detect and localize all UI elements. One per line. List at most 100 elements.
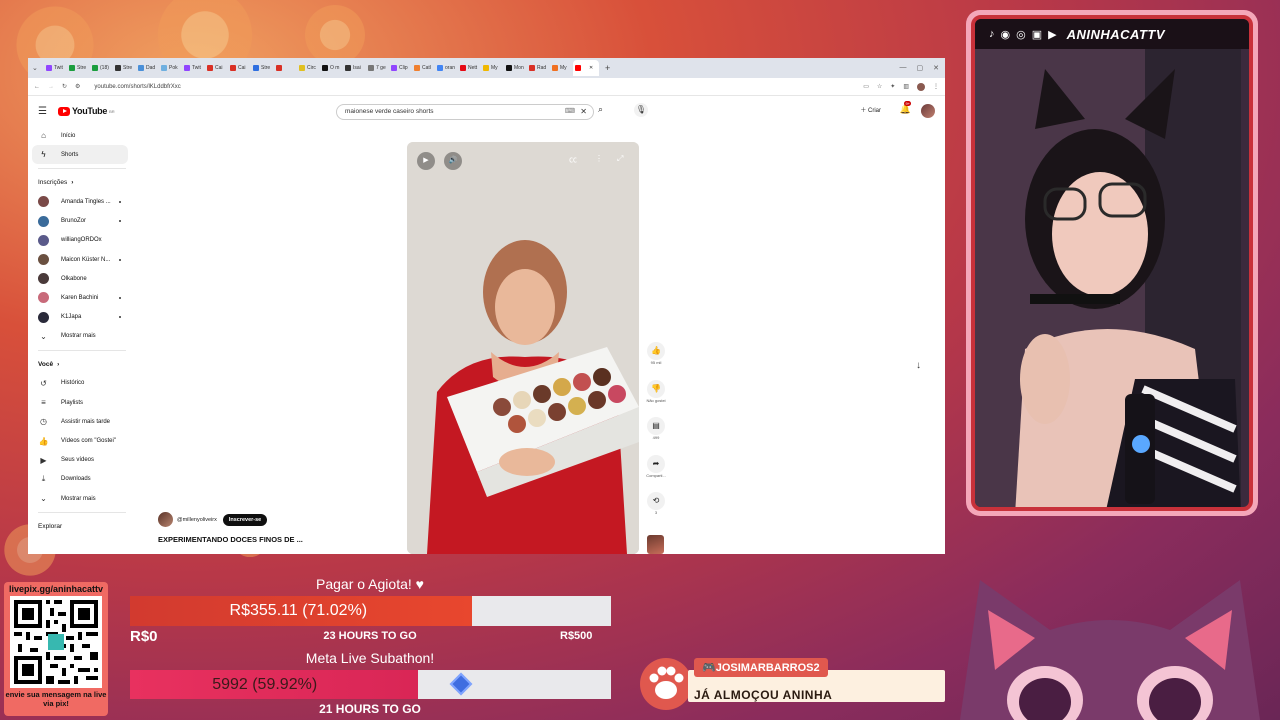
sidebar-channel[interactable]: Amanda Tingles ... xyxy=(28,192,136,211)
sidebar-channel[interactable]: williangORDOx xyxy=(28,231,136,250)
share-action[interactable]: ➦ Comparti... xyxy=(644,454,668,493)
streamer-handle: ANINHACATTV xyxy=(1066,26,1166,42)
youtube-logo[interactable]: YouTube BR xyxy=(58,106,115,116)
browser-tab[interactable]: oran xyxy=(435,60,458,76)
browser-tab[interactable]: Stre xyxy=(67,60,90,76)
remix-action[interactable]: ⟲ 3 xyxy=(644,492,668,530)
browser-tab[interactable]: Nett xyxy=(458,60,481,76)
browser-tab[interactable]: Twit xyxy=(44,60,67,76)
browser-tab[interactable] xyxy=(274,60,297,76)
sidebar-channel[interactable]: Karen Bachini xyxy=(28,288,136,307)
more-options-icon[interactable]: ⋮ xyxy=(595,154,603,163)
sidebar-you-item[interactable]: ⤓ Downloads xyxy=(28,470,136,489)
sidebar-item-label: Playlists xyxy=(61,399,84,406)
sidebar-channel[interactable]: Maicon Küster N... xyxy=(28,250,136,269)
browser-tab[interactable]: Dad xyxy=(136,60,159,76)
search-input[interactable]: maionese verde caseiro shorts ⌨ ✕ xyxy=(336,104,594,120)
divider xyxy=(38,512,126,514)
play-icon[interactable]: ▶ xyxy=(417,152,435,170)
sidebar-channel[interactable]: Olkabone xyxy=(28,269,136,288)
like-action[interactable]: 👍 95 mil xyxy=(644,342,668,380)
browser-tab[interactable]: Cai xyxy=(228,60,251,76)
account-avatar[interactable] xyxy=(921,104,935,118)
create-button[interactable]: ＋ Criar xyxy=(860,105,881,114)
browser-tab[interactable]: Twit xyxy=(182,60,205,76)
browser-tab[interactable]: ✕ xyxy=(573,60,599,76)
dislike-action[interactable]: 👎 Não gostei xyxy=(644,379,668,418)
short-video-player[interactable]: ▶ 🔊 ㏄ ⋮ ⤢ xyxy=(407,142,639,554)
close-window-icon[interactable]: ✕ xyxy=(933,64,939,72)
tab-favicon-icon xyxy=(414,65,420,71)
browser-tab[interactable]: Stre xyxy=(113,60,136,76)
tab-search-icon[interactable]: ⌄ xyxy=(32,64,44,72)
tab-favicon-icon xyxy=(368,65,374,71)
captions-icon[interactable]: ㏄ xyxy=(569,154,577,165)
profile-icon[interactable] xyxy=(917,82,925,91)
next-short-arrow-icon[interactable]: ↓ xyxy=(916,360,921,371)
tab-label: Stre xyxy=(261,65,271,71)
sidebar-you-item[interactable]: ◷ Assistir mais tarde xyxy=(28,412,136,431)
search-icon[interactable]: ⌕ xyxy=(598,104,603,115)
keyboard-icon[interactable]: ⌨ xyxy=(565,105,575,119)
browser-tab[interactable]: Catl xyxy=(412,60,435,76)
browser-tab[interactable]: Clip xyxy=(389,60,412,76)
browser-tab[interactable]: Stre xyxy=(251,60,274,76)
subscribe-button[interactable]: Inscrever-se xyxy=(222,513,268,526)
back-icon[interactable]: ← xyxy=(34,84,40,90)
microphone-icon[interactable]: 🎙 xyxy=(634,103,648,117)
youtube-country-code: BR xyxy=(109,108,115,114)
sidebar-you-item[interactable]: ▶ Seus vídeos xyxy=(28,451,136,470)
show-more-you[interactable]: ⌄ Mostrar mais xyxy=(28,489,136,508)
browser-window: ⌄ Twit Stre (18) Stre Dad Pok Twit Cai Cai Stre Ci… xyxy=(28,58,945,554)
browser-tab[interactable]: Circ xyxy=(297,60,320,76)
clear-search-icon[interactable]: ✕ xyxy=(580,105,587,119)
reload-icon[interactable]: ↻ xyxy=(62,83,67,90)
like-count: 95 mil xyxy=(650,360,662,365)
fullscreen-icon[interactable]: ⤢ xyxy=(617,154,623,164)
sidebar-icon: ◷ xyxy=(40,417,47,427)
browser-tab[interactable]: My xyxy=(481,60,504,76)
sidebar-channel[interactable]: BrunoZor xyxy=(28,212,136,231)
you-title: Você xyxy=(38,360,54,368)
forward-icon[interactable]: → xyxy=(48,84,54,90)
maximize-icon[interactable]: ▢ xyxy=(917,64,924,72)
sidebar-item-shorts[interactable]: ϟ Shorts xyxy=(32,145,128,165)
sidebar-channel[interactable]: K1Japa xyxy=(28,308,136,327)
channel-handle[interactable]: @millenyoliveirx xyxy=(177,517,217,523)
browser-tab[interactable]: My xyxy=(550,60,573,76)
browser-tab[interactable]: Pok xyxy=(159,60,182,76)
new-tab-button[interactable]: + xyxy=(605,63,610,73)
tab-close-icon[interactable]: ✕ xyxy=(589,65,593,71)
url-field[interactable]: youtube.com/shorts/lKLddbfrXxc xyxy=(88,81,855,93)
volume-icon[interactable]: 🔊 xyxy=(444,152,462,170)
sound-thumbnail[interactable] xyxy=(647,535,664,554)
browser-tab[interactable]: Isai xyxy=(343,60,366,76)
browser-menu-icon[interactable]: ⋮ xyxy=(933,83,939,90)
minimize-icon[interactable]: — xyxy=(900,64,907,72)
sidebar-you-item[interactable]: 👍 Vídeos com "Gostei" xyxy=(28,431,136,450)
hamburger-menu-icon[interactable]: ☰ xyxy=(38,106,54,117)
cast-icon[interactable]: ▭ xyxy=(863,83,869,90)
show-more-subscriptions[interactable]: ⌄ Mostrar mais xyxy=(28,327,136,346)
subscriptions-heading[interactable]: Inscrições › xyxy=(28,173,136,192)
short-title[interactable]: EXPERIMENTANDO DOCES FINOS DE ... xyxy=(158,535,303,544)
channel-avatar[interactable] xyxy=(158,512,173,527)
you-heading[interactable]: Você › xyxy=(28,355,136,374)
browser-tab[interactable]: O m xyxy=(320,60,343,76)
site-info-icon[interactable]: ⚙ xyxy=(75,83,80,90)
sidebar-you-item[interactable]: ≡ Playlists xyxy=(28,393,136,412)
tab-label: Mon xyxy=(514,65,524,71)
bookmark-star-icon[interactable]: ☆ xyxy=(877,83,882,90)
extensions-icon[interactable]: ✦ xyxy=(890,83,895,90)
sidepanel-icon[interactable]: ▥ xyxy=(903,83,909,90)
browser-tab[interactable]: Mon xyxy=(504,60,527,76)
chevron-right-icon: › xyxy=(71,179,74,187)
home-icon: ⌂ xyxy=(41,131,46,141)
comments-action[interactable]: ▤ 499 xyxy=(644,417,668,455)
browser-tab[interactable]: (18) xyxy=(90,60,113,76)
browser-tab[interactable]: Cai xyxy=(205,60,228,76)
browser-tab[interactable]: 7 ge xyxy=(366,60,389,76)
browser-tab[interactable]: Rad xyxy=(527,60,550,76)
sidebar-you-item[interactable]: ↺ Histórico xyxy=(28,374,136,393)
sidebar-item-inicio[interactable]: ⌂ Início xyxy=(28,126,136,145)
